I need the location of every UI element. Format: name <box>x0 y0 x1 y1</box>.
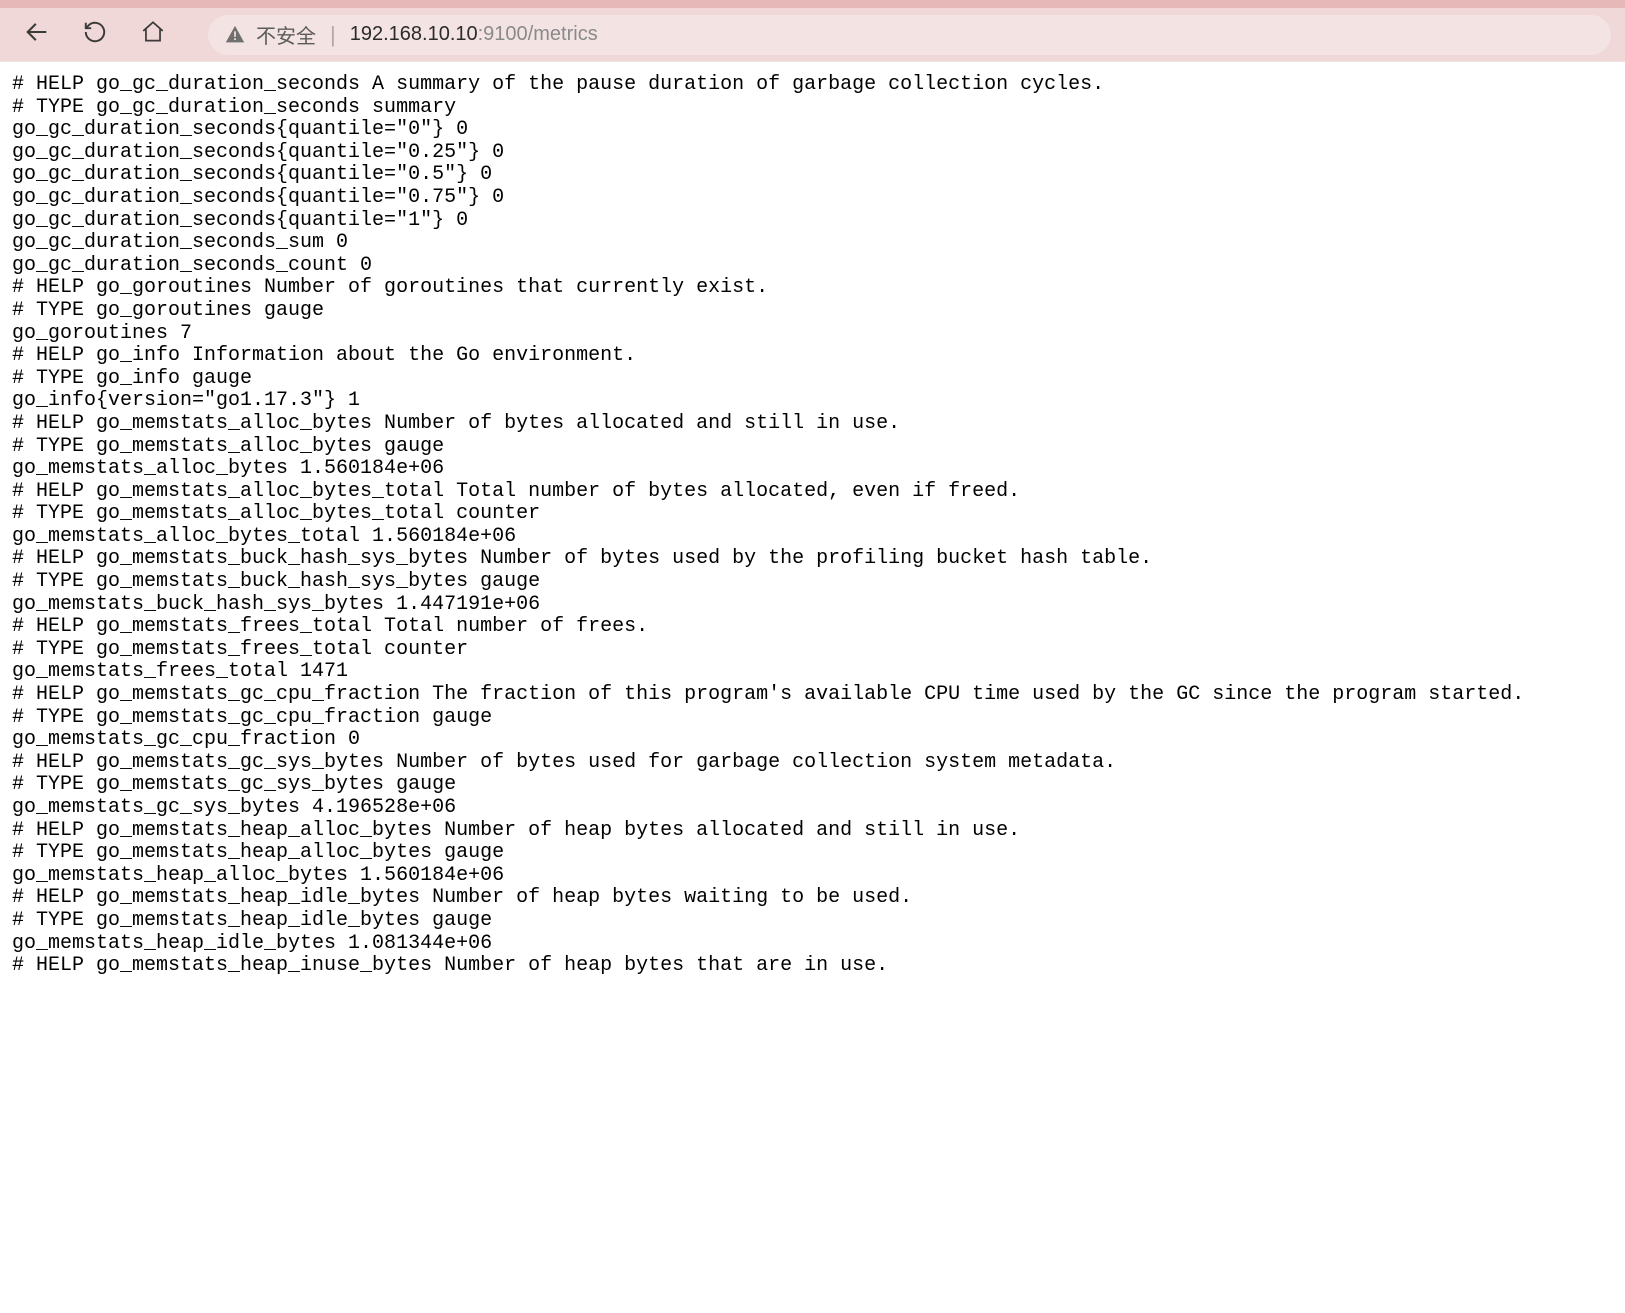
reload-button[interactable] <box>72 12 118 58</box>
url-port: :9100 <box>478 23 528 45</box>
window-accent <box>0 0 1625 8</box>
home-button[interactable] <box>130 12 176 58</box>
browser-toolbar: 不安全 | 192.168.10.10:9100/metrics <box>0 8 1625 62</box>
metrics-text: # HELP go_gc_duration_seconds A summary … <box>0 62 1625 990</box>
back-button[interactable] <box>14 12 60 58</box>
arrow-left-icon <box>23 18 51 51</box>
url-text: 192.168.10.10:9100/metrics <box>350 23 598 46</box>
warning-icon <box>224 24 246 46</box>
separator: | <box>326 22 340 48</box>
url-path: /metrics <box>528 23 598 45</box>
insecure-label: 不安全 <box>256 20 316 49</box>
home-icon <box>140 19 166 50</box>
address-bar[interactable]: 不安全 | 192.168.10.10:9100/metrics <box>208 15 1611 55</box>
reload-icon <box>82 19 108 50</box>
url-host: 192.168.10.10 <box>350 23 478 45</box>
